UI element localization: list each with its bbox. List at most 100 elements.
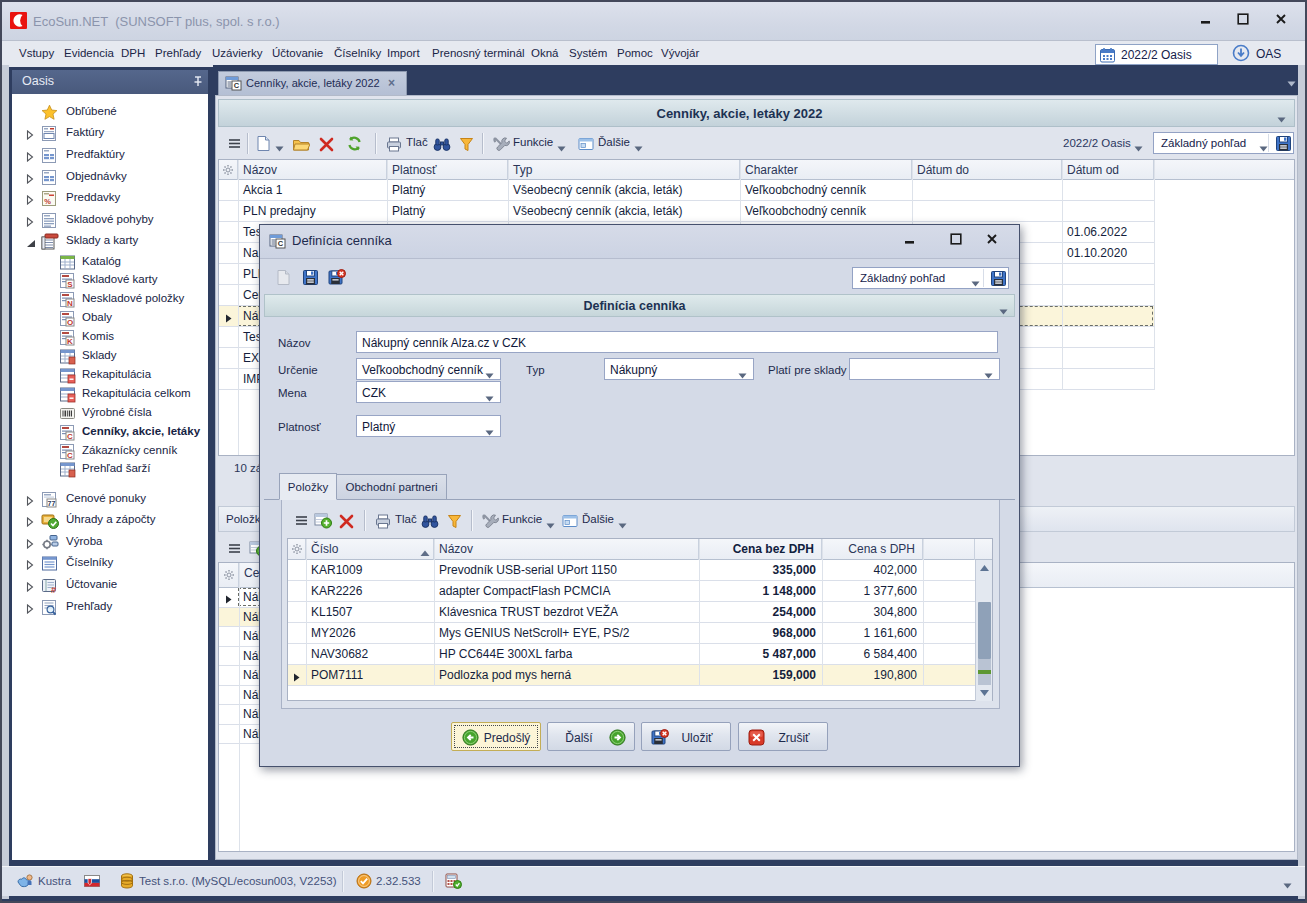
menu-item-v-voj-r[interactable]: Vývojár [661, 47, 699, 59]
sidebar-item-neskladové-položky[interactable]: NNeskladové položky [12, 290, 208, 309]
expander-closed-icon[interactable] [26, 129, 34, 143]
tabstrip-dropdown-icon[interactable] [1287, 76, 1296, 90]
sidebar-item-skladové-pohyby[interactable]: Skladové pohyby [12, 209, 208, 231]
expander-open-icon[interactable] [26, 237, 36, 251]
expander-closed-icon[interactable] [26, 516, 34, 530]
expander-closed-icon[interactable] [26, 173, 34, 187]
sidebar-item-rekapitulácia-celkom[interactable]: Rekapitulácia celkom [12, 384, 208, 403]
dialog-item-row[interactable]: POM7111Podlozka pod mys herná159,000190,… [288, 665, 975, 686]
typ-combo-caret-icon[interactable] [738, 368, 747, 382]
more-icon[interactable] [578, 137, 594, 154]
dialog-view-combo[interactable]: Základný pohľad [852, 267, 1009, 289]
column-chooser-cell[interactable] [288, 539, 306, 560]
menu-item-pomoc[interactable]: Pomoc [617, 47, 653, 59]
dialog-minimize-button[interactable] [896, 231, 924, 251]
plati-pre-sklady-combo-caret-icon[interactable] [984, 368, 993, 382]
typ-combo[interactable]: Nákupný [604, 358, 754, 380]
functions-caret-icon[interactable] [557, 141, 566, 155]
plati-pre-sklady-combo[interactable] [849, 358, 1000, 380]
sidebar-item-prehľady[interactable]: Prehľady [12, 596, 208, 618]
mena-combo-caret-icon[interactable] [485, 391, 494, 405]
sidebar-item-faktúry[interactable]: Faktúry [12, 123, 208, 145]
expander-closed-icon[interactable] [26, 581, 34, 595]
sidebar-item-cenníky-akcie-letáky[interactable]: CCenníky, akcie, letáky [12, 422, 208, 441]
column-chooser-cell[interactable] [219, 160, 238, 180]
pricelist-row[interactable]: Akcia 1PlatnýVšeobecný cenník (akcia, le… [219, 180, 1154, 201]
functions-icon[interactable] [492, 136, 510, 155]
menu-item-dph[interactable]: DPH [121, 47, 145, 59]
save-button[interactable]: Uložiť [641, 722, 731, 751]
sidebar-item-objednávky[interactable]: Objednávky [12, 166, 208, 188]
column-header-cena_bez[interactable]: Cena bez DPH [699, 539, 822, 560]
menu-item-import[interactable]: Import [387, 47, 420, 59]
print-label[interactable]: Tlač [395, 513, 417, 525]
expander-closed-icon[interactable] [26, 603, 34, 617]
platnost-combo[interactable]: Platný [356, 415, 501, 437]
window-maximize-button[interactable] [1228, 10, 1258, 32]
oas-button[interactable]: OAS [1232, 44, 1294, 65]
column-header-nazov[interactable]: Názov [434, 539, 699, 560]
pricelist-row[interactable]: PLN predajnyPlatnýVšeobecný cenník (akci… [219, 201, 1154, 222]
sidebar-item-skladové-karty[interactable]: SSkladové karty [12, 271, 208, 290]
dialog-view-caret-icon[interactable] [971, 276, 980, 290]
gear-icon[interactable] [291, 543, 303, 558]
menu-item--seln-ky[interactable]: Číselníky [334, 47, 381, 59]
tab-close-icon[interactable]: × [388, 76, 395, 90]
expander-closed-icon[interactable] [26, 151, 34, 165]
expander-closed-icon[interactable] [26, 495, 34, 509]
add-row-icon[interactable] [314, 512, 332, 532]
sidebar-item-preddavky[interactable]: %Preddavky [12, 187, 208, 209]
dialog-item-row[interactable]: MY2026Mys GENIUS NetScroll+ EYE, PS/2968… [288, 623, 975, 644]
search-icon[interactable] [421, 514, 439, 532]
dialog-item-row[interactable]: NAV30682HP CC644E 300XL farba5 487,0006 … [288, 644, 975, 665]
dialog-tab-obchodni-partneri[interactable]: Obchodní partneri [337, 474, 447, 500]
delete-row-icon[interactable] [339, 514, 354, 532]
toolbar-period-label[interactable]: 2022/2 Oasis [1063, 137, 1131, 149]
sidebar-item-úhrady-a-zápočty[interactable]: Úhrady a zápočty [12, 509, 208, 531]
dialog-save-close-icon[interactable] [328, 269, 346, 289]
sidebar-item-rekapitulácia[interactable]: Rekapitulácia [12, 366, 208, 385]
tab-cenniky-akcie-letaky[interactable]: C Cenníky, akcie, letáky 2022 × [218, 71, 407, 95]
column-header-datum_do[interactable]: Dátum do [912, 160, 1062, 180]
more-label[interactable]: Ďalšie [598, 136, 630, 148]
dialog-item-row[interactable]: KAR2226adapter CompactFlash PCMCIA1 148,… [288, 581, 975, 602]
vertical-scrollbar[interactable] [975, 560, 992, 701]
nazov-input[interactable]: Nákupný cenník Alza.cz v CZK [356, 331, 998, 353]
expander-closed-icon[interactable] [26, 216, 34, 230]
sidebar-item-cenové-ponuky[interactable]: 77Cenové ponuky [12, 488, 208, 510]
more-label[interactable]: Ďalšie [582, 513, 614, 525]
view-combo[interactable]: Základný pohľad [1153, 132, 1294, 154]
expander-closed-icon[interactable] [26, 194, 34, 208]
menu-item-preh-ady[interactable]: Prehľady [155, 47, 201, 59]
gear-icon[interactable] [223, 569, 235, 584]
sidebar-item-prehľad-šarží[interactable]: Prehľad šarží [12, 460, 208, 479]
view-save-icon[interactable] [1275, 135, 1292, 155]
sidebar-item-číselníky[interactable]: Číselníky [12, 553, 208, 575]
toolbar-period-caret-icon[interactable] [1134, 141, 1143, 155]
cancel-button[interactable]: Zrušiť [738, 722, 828, 751]
more-caret-icon[interactable] [618, 518, 627, 532]
dialog-header-caret-icon[interactable] [999, 304, 1008, 318]
toolbar-menu-icon[interactable] [228, 138, 241, 152]
scroll-down-icon[interactable] [977, 685, 992, 700]
next-button[interactable]: Ďalší [547, 722, 635, 751]
sidebar-item-výrobné-čísla[interactable]: Výrobné čísla [12, 403, 208, 422]
expander-closed-icon[interactable] [26, 538, 34, 552]
platnost-combo-caret-icon[interactable] [485, 425, 494, 439]
more-caret-icon[interactable] [634, 141, 643, 155]
menu-item-uz-vierky[interactable]: Uzávierky [212, 47, 262, 59]
urcenie-combo-caret-icon[interactable] [485, 368, 494, 382]
scrollbar-thumb[interactable] [978, 602, 991, 659]
more-icon[interactable] [562, 514, 578, 531]
dialog-maximize-button[interactable] [942, 231, 970, 251]
window-minimize-button[interactable] [1191, 10, 1221, 32]
dialog-save-icon[interactable] [302, 269, 319, 289]
statusbar-caret-icon[interactable] [1283, 878, 1292, 892]
page-header-caret-icon[interactable] [1277, 112, 1286, 126]
window-close-button[interactable] [1266, 10, 1296, 32]
sidebar-item-obaly[interactable]: OObaly [12, 309, 208, 328]
dialog-view-save-icon[interactable] [990, 270, 1007, 290]
expander-closed-icon[interactable] [26, 559, 34, 573]
scroll-up-icon[interactable] [977, 561, 992, 576]
mena-combo[interactable]: CZK [356, 381, 501, 403]
